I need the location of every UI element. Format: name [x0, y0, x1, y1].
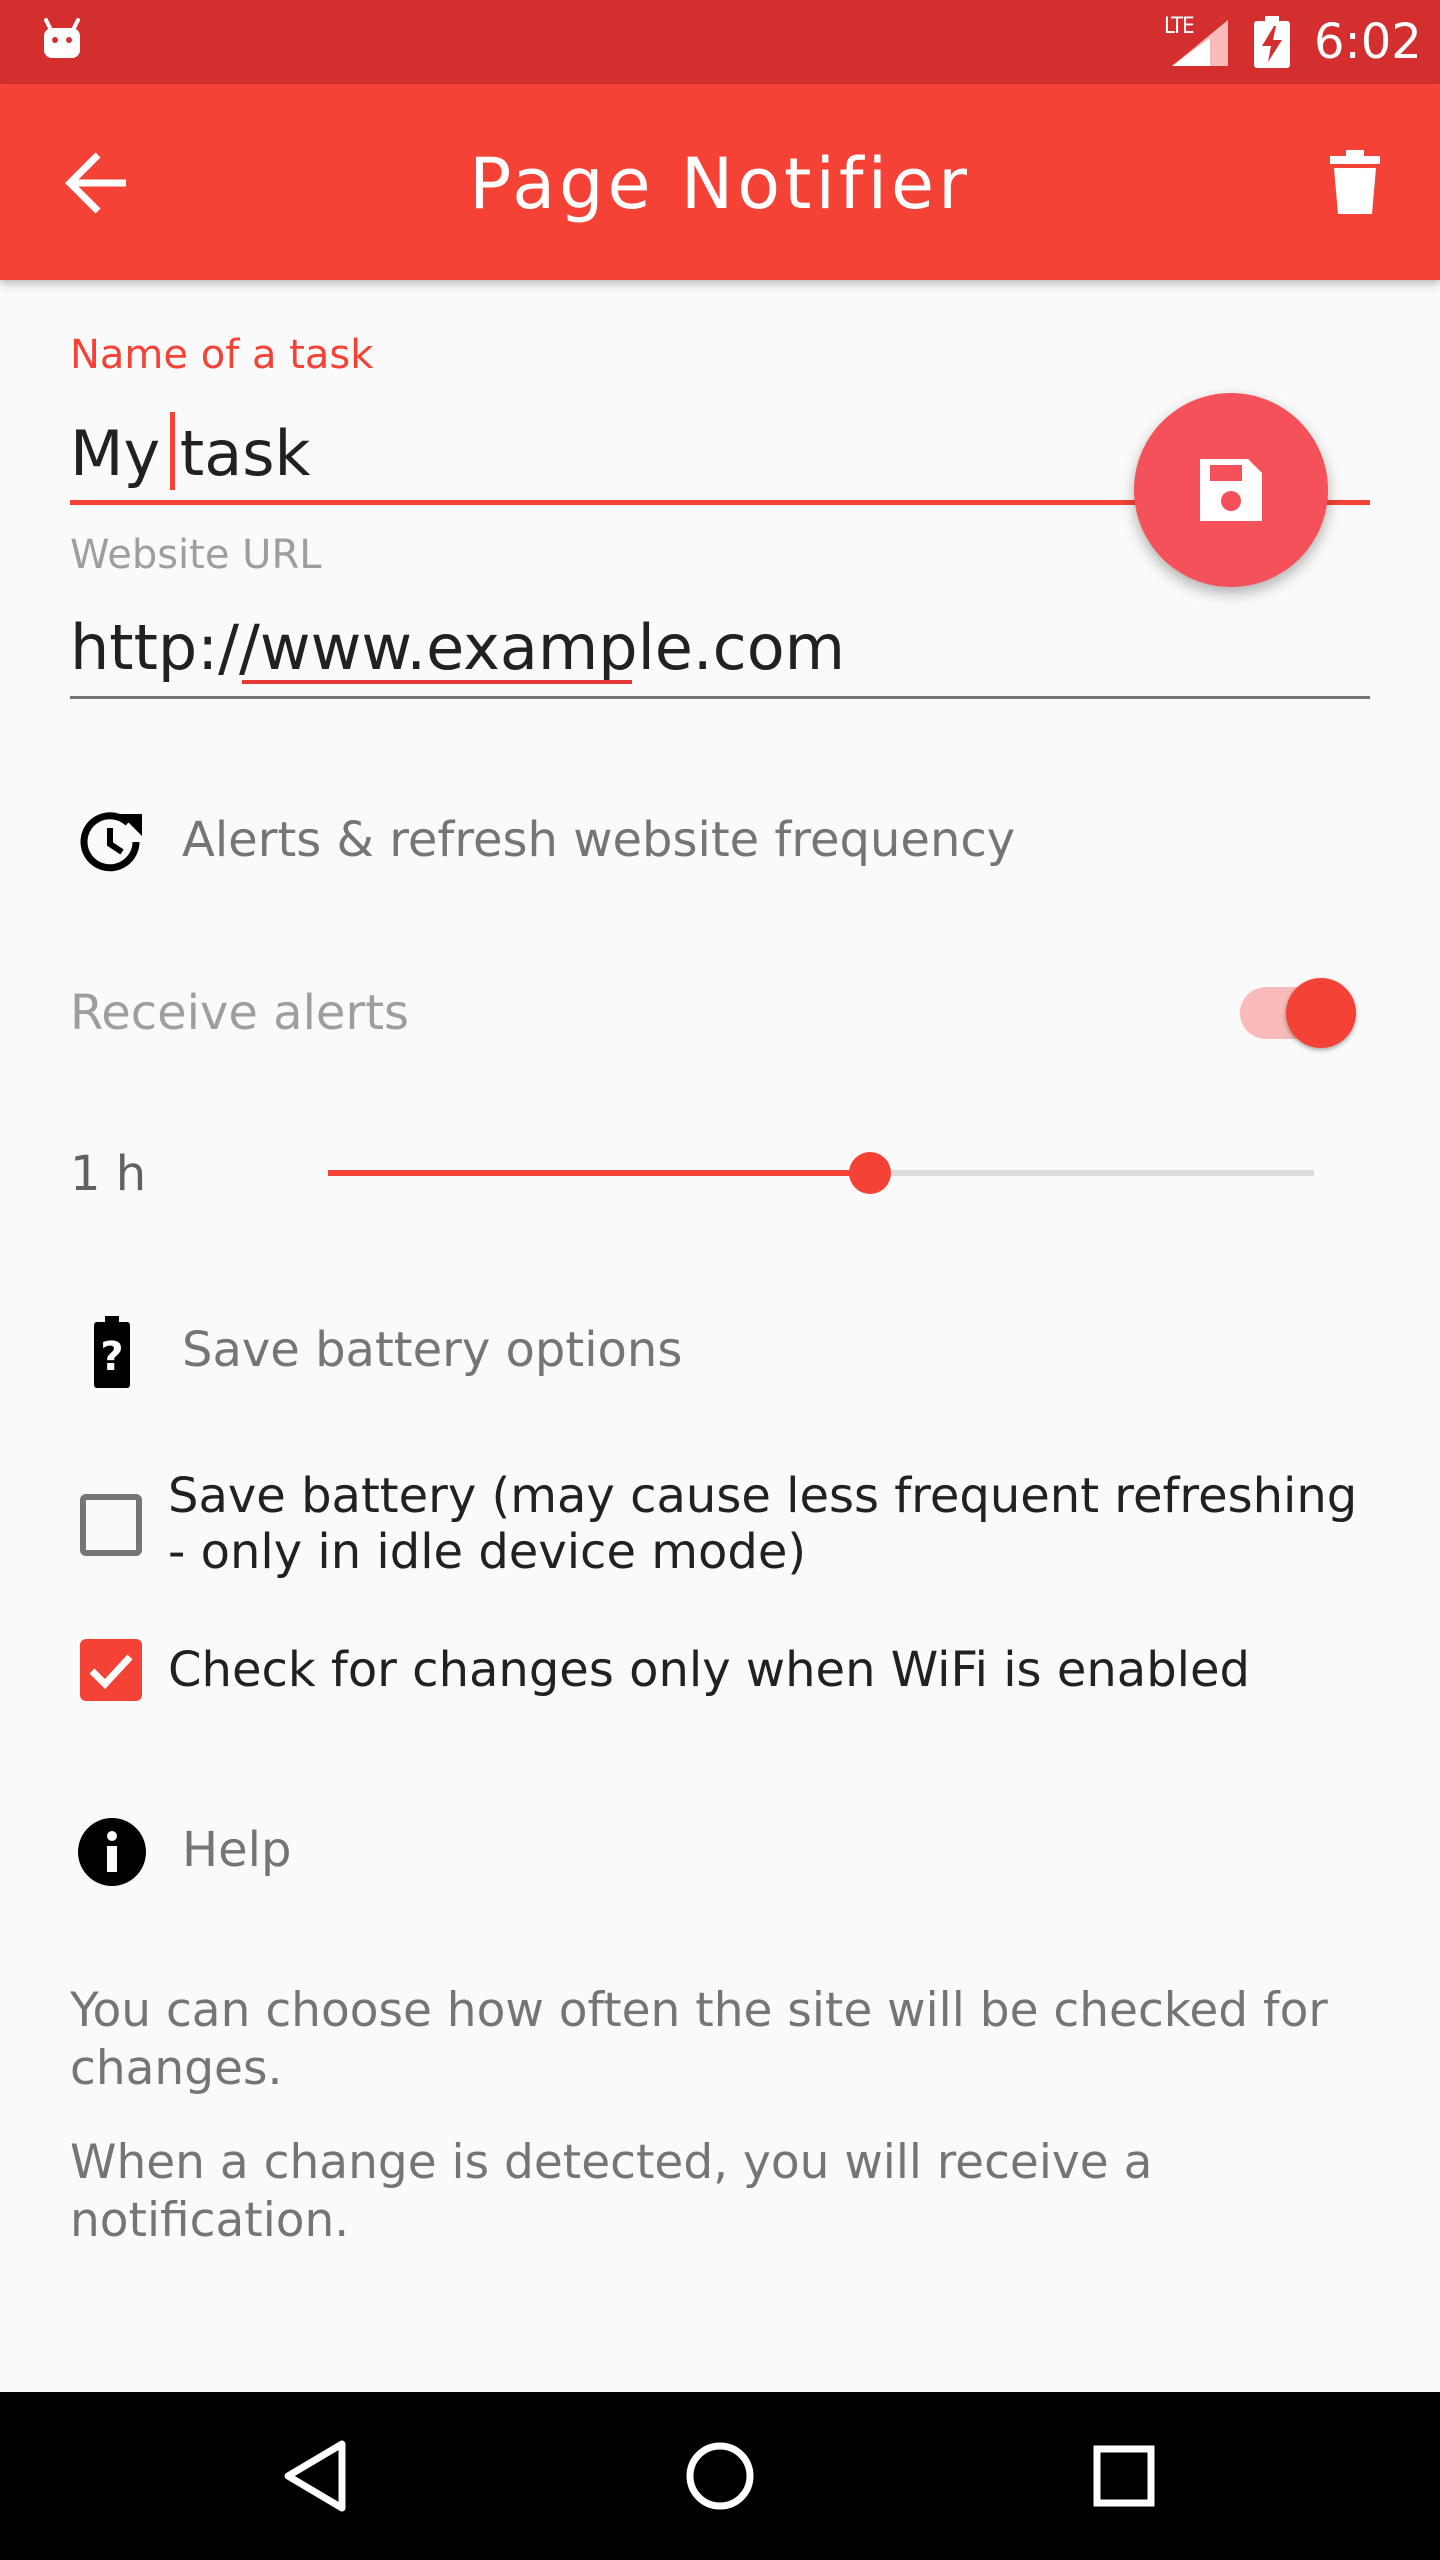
save-button[interactable]: [1134, 393, 1328, 587]
wifi-only-label[interactable]: Check for changes only when WiFi is enab…: [168, 1642, 1388, 1698]
receive-alerts-label: Receive alerts: [70, 985, 410, 1041]
task-name-label: Name of a task: [70, 332, 374, 378]
clock: 6:02: [1314, 14, 1422, 70]
frequency-value-label: 1 h: [70, 1146, 147, 1202]
floppy-disk-icon: [1200, 459, 1262, 521]
battery-section-title: Save battery options: [182, 1322, 683, 1378]
battery-unknown-icon: ?: [94, 1316, 130, 1388]
help-paragraph-2: When a change is detected, you will rece…: [70, 2135, 1153, 2248]
status-bar: LTE 6:02: [0, 0, 1440, 84]
app-toolbar: Page Notifier: [0, 84, 1440, 280]
switch-thumb[interactable]: [1286, 978, 1356, 1048]
svg-text:?: ?: [100, 1334, 123, 1380]
website-url-input[interactable]: http://www.example.com: [70, 604, 1370, 692]
frequency-slider-fill: [328, 1170, 871, 1176]
save-battery-label[interactable]: Save battery (may cause less frequent re…: [168, 1468, 1388, 1580]
home-circle-icon[interactable]: [670, 2426, 770, 2526]
save-battery-checkbox[interactable]: [80, 1494, 142, 1556]
wifi-only-checkbox[interactable]: [80, 1639, 142, 1701]
checkmark-icon: [89, 1654, 133, 1690]
website-url-label: Website URL: [70, 532, 322, 578]
text-cursor: [170, 412, 175, 490]
recents-square-icon[interactable]: [1074, 2426, 1174, 2526]
website-url-underline: [70, 696, 1370, 699]
battery-charging-icon: [1254, 16, 1290, 68]
android-icon: [44, 18, 80, 58]
frequency-slider-thumb[interactable]: [849, 1152, 892, 1194]
alerts-section-title: Alerts & refresh website frequency: [182, 812, 1016, 868]
page-title: Page Notifier: [469, 143, 971, 225]
system-navigation-bar: [0, 2392, 1440, 2560]
clock-refresh-icon: [80, 812, 142, 872]
signal-icon: [1172, 20, 1228, 66]
back-triangle-icon[interactable]: [266, 2426, 366, 2526]
info-icon: [78, 1818, 146, 1886]
spellcheck-underline: [242, 680, 632, 684]
help-section-title: Help: [182, 1822, 292, 1878]
frequency-slider[interactable]: [328, 1170, 1314, 1176]
trash-icon[interactable]: [1330, 150, 1380, 214]
help-paragraph-1: You can choose how often the site will b…: [70, 1983, 1328, 2096]
